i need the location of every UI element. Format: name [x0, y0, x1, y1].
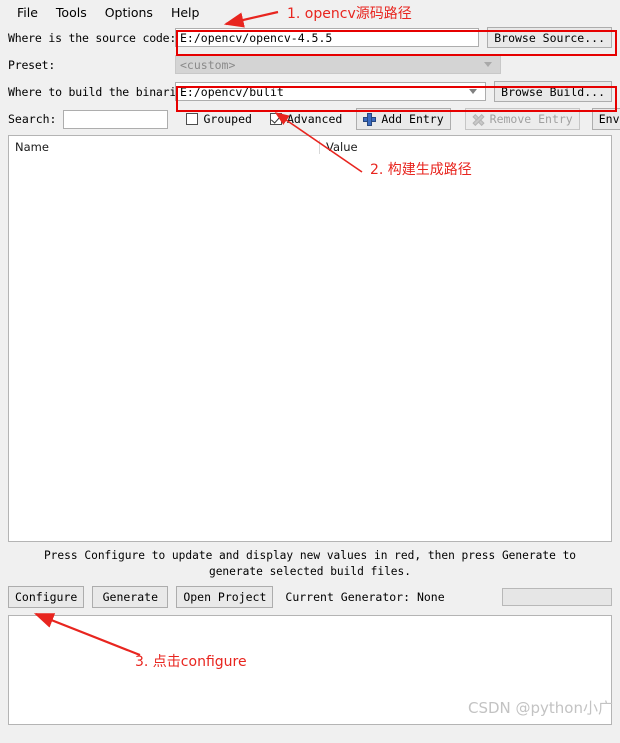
menu-item-file[interactable]: File: [8, 3, 47, 22]
open-project-button[interactable]: Open Project: [176, 586, 274, 608]
table-header-row: Name Value: [9, 136, 611, 158]
cache-toolbar: Search: Grouped Advanced Add Entry Remov…: [0, 105, 620, 133]
environment-button[interactable]: Environment...: [591, 108, 620, 130]
output-log-panel[interactable]: CSDN @python小广: [8, 615, 613, 725]
preset-selected-value: <custom>: [180, 57, 236, 72]
cache-entries-table[interactable]: Name Value: [8, 135, 612, 542]
build-binaries-field-wrap: E:/opencv/bulit Browse Build...: [175, 81, 612, 102]
preset-field-wrap: <custom>: [175, 55, 612, 74]
advanced-checkbox[interactable]: [269, 113, 282, 125]
build-binaries-row: Where to build the binaries: E:/opencv/b…: [8, 78, 612, 105]
status-message: Press Configure to update and display ne…: [43, 549, 577, 578]
column-header-value[interactable]: Value: [319, 140, 611, 154]
chevron-down-icon: [469, 89, 478, 94]
watermark-text: CSDN @python小广: [467, 699, 613, 717]
menu-bar: File Tools Options Help: [0, 0, 620, 24]
search-label: Search:: [8, 112, 57, 126]
generate-button[interactable]: Generate: [92, 586, 169, 608]
menu-item-options[interactable]: Options: [96, 3, 162, 22]
column-header-name[interactable]: Name: [9, 140, 319, 154]
path-form: Where is the source code: Browse Source.…: [0, 24, 620, 105]
build-binaries-label: Where to build the binaries:: [8, 84, 197, 99]
remove-entry-button: Remove Entry: [464, 108, 580, 130]
grouped-checkbox[interactable]: [186, 113, 199, 125]
configure-button[interactable]: Configure: [8, 586, 85, 608]
browse-source-button[interactable]: Browse Source...: [487, 27, 612, 48]
grouped-label: Grouped: [203, 112, 252, 126]
preset-label: Preset:: [8, 57, 56, 72]
progress-bar: [502, 588, 612, 606]
source-code-field-wrap: Browse Source...: [175, 27, 612, 48]
action-bar: Configure Generate Open Project Current …: [0, 584, 620, 610]
menu-item-tools[interactable]: Tools: [47, 3, 96, 22]
preset-row: Preset: <custom>: [8, 51, 612, 78]
source-code-row: Where is the source code: Browse Source.…: [8, 24, 612, 51]
cmake-gui-window: File Tools Options Help Where is the sou…: [0, 0, 620, 743]
advanced-label: Advanced: [286, 112, 343, 126]
add-entry-button[interactable]: Add Entry: [356, 108, 451, 130]
add-entry-label: Add Entry: [381, 112, 444, 126]
build-binaries-combobox[interactable]: E:/opencv/bulit: [175, 82, 487, 101]
advanced-checkbox-group[interactable]: Advanced: [269, 112, 343, 126]
chevron-down-icon: [484, 62, 492, 67]
remove-entry-label: Remove Entry: [489, 112, 573, 126]
grouped-checkbox-group[interactable]: Grouped: [186, 112, 252, 126]
source-code-label: Where is the source code:: [8, 30, 177, 45]
plus-icon: [363, 112, 377, 126]
search-input[interactable]: [63, 109, 169, 129]
preset-dropdown: <custom>: [175, 55, 501, 74]
menu-item-help[interactable]: Help: [162, 3, 209, 22]
current-generator-label: Current Generator: None: [285, 590, 445, 604]
close-x-icon: [472, 113, 485, 126]
browse-build-button[interactable]: Browse Build...: [494, 81, 612, 102]
source-code-input[interactable]: [175, 28, 480, 47]
build-binaries-value: E:/opencv/bulit: [180, 84, 284, 99]
